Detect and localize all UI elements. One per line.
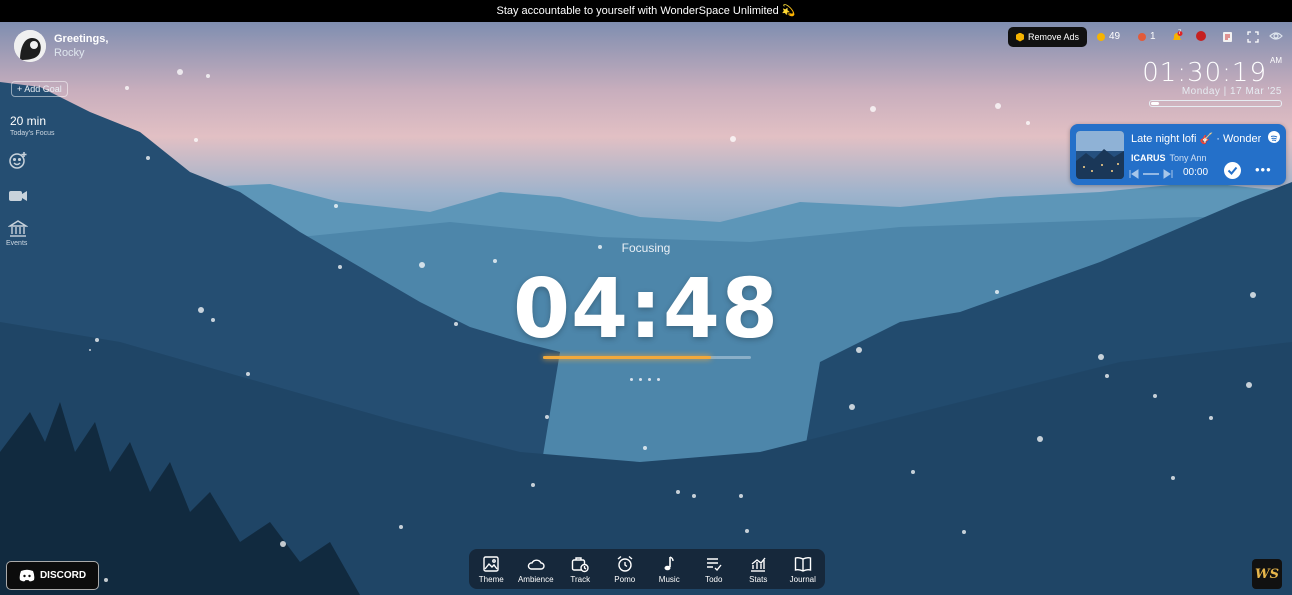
greeting-text: Greetings, — [54, 33, 109, 45]
wonderspace-logo[interactable]: WS — [1252, 559, 1282, 589]
dock-music[interactable]: Music — [649, 555, 689, 584]
track-scrubber[interactable] — [1143, 173, 1159, 175]
notifications-count: 7 — [1178, 30, 1182, 36]
dock-todo-label: Todo — [705, 574, 723, 584]
remove-ads-button[interactable]: Remove Ads — [1008, 27, 1087, 47]
dock-track[interactable]: Track — [560, 555, 600, 584]
user-name: Rocky — [54, 47, 85, 59]
session-status: Focusing — [621, 241, 671, 255]
eye-icon[interactable] — [1269, 31, 1283, 41]
playlist-title: Late night lofi 🎸 · Wonder — [1131, 133, 1261, 145]
checkmark-icon[interactable] — [1224, 162, 1241, 179]
coins-counter[interactable]: 49 — [1097, 31, 1120, 42]
track-time: 00:00 — [1183, 167, 1209, 178]
clock-ampm: AM — [1270, 56, 1282, 65]
avatar-image — [14, 30, 46, 62]
coin-icon — [1097, 32, 1105, 41]
focus-label: Today's Focus — [10, 130, 55, 137]
fullscreen-icon[interactable] — [1247, 31, 1259, 43]
dock-pomo[interactable]: Pomo — [605, 555, 645, 584]
discord-label: DISCORD — [39, 570, 87, 581]
todays-focus-summary[interactable]: 20 min Today's Focus — [10, 114, 55, 137]
clock-widget[interactable]: 01:30:19 AM Monday | 17 Mar '25 — [1142, 56, 1282, 107]
bottom-dock: Theme Ambience Track Pomo Music Todo Sta… — [469, 549, 825, 589]
remove-ads-label: Remove Ads — [1027, 32, 1080, 42]
notes-icon[interactable] — [1222, 31, 1233, 43]
events-icon[interactable] — [7, 219, 29, 239]
add-goal-button[interactable]: + Add Goal — [11, 81, 68, 97]
clock-time: 01:30:19 — [1142, 58, 1267, 88]
notifications-button[interactable]: 7 — [1171, 30, 1190, 43]
dock-ambience-label: Ambience — [517, 574, 554, 584]
dock-journal[interactable]: Journal — [783, 555, 823, 584]
image-icon — [483, 555, 499, 572]
ladybug-icon[interactable] — [1196, 31, 1206, 41]
avatar[interactable] — [14, 30, 46, 62]
artist-name: Tony Ann — [1169, 153, 1207, 163]
more-options-icon[interactable]: ••• — [1255, 162, 1272, 177]
book-icon — [794, 556, 811, 572]
dock-pomo-label: Pomo — [614, 574, 636, 584]
chart-icon — [751, 557, 766, 572]
flame-icon — [1138, 32, 1146, 41]
discord-button[interactable]: DISCORD — [6, 561, 99, 590]
focus-timer[interactable]: 04:48 — [0, 262, 1292, 357]
previous-icon[interactable] — [1129, 169, 1139, 179]
session-dots[interactable] — [630, 378, 660, 381]
dock-stats[interactable]: Stats — [738, 555, 778, 584]
checklist-icon — [706, 557, 722, 571]
user-greeting[interactable]: Greetings, Rocky — [14, 30, 108, 62]
focus-value: 20 min — [10, 114, 47, 128]
dock-journal-label: Journal — [789, 574, 816, 584]
dock-todo[interactable]: Todo — [694, 555, 734, 584]
streak-value: 1 — [1150, 31, 1156, 42]
discord-icon — [19, 569, 35, 582]
hexagon-icon — [1015, 32, 1024, 42]
coins-value: 49 — [1109, 31, 1121, 42]
playback-controls — [1129, 169, 1173, 179]
track-name: ICARUS — [1131, 153, 1166, 163]
add-video-icon[interactable] — [8, 186, 28, 206]
session-progress-bar — [543, 356, 751, 359]
dock-track-label: Track — [570, 574, 591, 584]
streak-counter[interactable]: 1 — [1138, 31, 1156, 42]
music-player-card[interactable]: Late night lofi 🎸 · Wonder ICARUS Tony An… — [1070, 124, 1286, 185]
briefcase-clock-icon — [572, 556, 589, 572]
dock-music-label: Music — [658, 574, 680, 584]
spotify-icon[interactable] — [1268, 131, 1280, 143]
music-note-icon — [664, 555, 674, 570]
dock-ambience[interactable]: Ambience — [516, 555, 556, 584]
dock-theme[interactable]: Theme — [471, 555, 511, 584]
add-mood-icon[interactable] — [8, 150, 28, 170]
album-art — [1076, 131, 1124, 179]
track-info: ICARUS Tony Ann — [1131, 153, 1207, 163]
cloud-icon — [527, 559, 545, 570]
alarm-clock-icon — [617, 555, 633, 572]
dock-stats-label: Stats — [749, 574, 768, 584]
next-icon[interactable] — [1163, 169, 1173, 179]
dock-theme-label: Theme — [478, 574, 504, 584]
promo-banner[interactable]: Stay accountable to yourself with Wonder… — [0, 0, 1292, 22]
day-progress-bar — [1149, 100, 1282, 107]
